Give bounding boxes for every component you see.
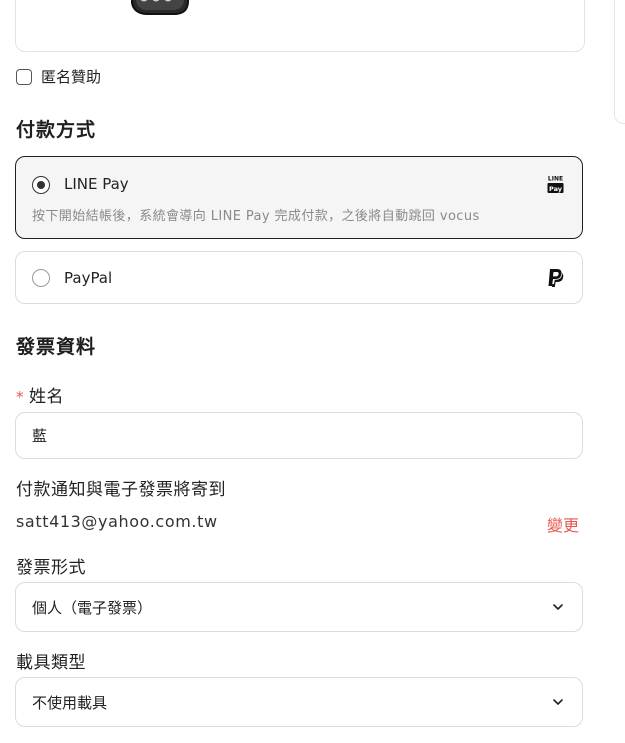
invoice-format-label: 發票形式 <box>16 558 86 578</box>
svg-text:LINE: LINE <box>548 176 563 183</box>
paypal-radio[interactable] <box>32 269 50 287</box>
invoice-section-title: 發票資料 <box>16 336 97 358</box>
anonymous-sponsor-row[interactable]: 匿名贊助 <box>16 66 101 87</box>
line-pay-radio[interactable] <box>32 176 50 194</box>
payment-option-paypal[interactable]: PayPal <box>15 251 583 304</box>
carrier-type-label: 載具類型 <box>16 653 86 673</box>
paypal-logo-icon <box>548 269 564 287</box>
line-pay-logo-icon: LINE Pay <box>547 176 564 193</box>
payment-method-title: 付款方式 <box>16 119 97 141</box>
chevron-down-icon <box>553 604 563 610</box>
notify-email-value: satt413@yahoo.com.tw <box>16 512 218 531</box>
anonymous-checkbox[interactable] <box>16 68 32 85</box>
name-label-text: 姓名 <box>29 387 64 407</box>
sticker-illustration-icon <box>131 0 189 15</box>
name-field-label: * 姓名 <box>16 382 64 407</box>
anonymous-label: 匿名贊助 <box>41 68 102 86</box>
payment-option-line-pay[interactable]: LINE Pay LINE Pay 按下開始結帳後，系統會導向 LINE Pay… <box>15 156 583 239</box>
sponsor-item-card <box>15 0 585 52</box>
line-pay-description: 按下開始結帳後，系統會導向 LINE Pay 完成付款，之後將自動跳回 vocu… <box>32 209 480 224</box>
carrier-type-select[interactable]: 不使用載具 <box>15 677 583 727</box>
notify-email-label: 付款通知與電子發票將寄到 <box>16 480 226 500</box>
checkout-page: 匿名贊助 付款方式 LINE Pay LINE Pay 按下開始結帳後，系統會導… <box>0 0 625 743</box>
invoice-format-value: 個人（電子發票） <box>32 598 153 617</box>
required-mark: * <box>16 388 24 406</box>
line-pay-label: LINE Pay <box>64 175 129 193</box>
chevron-down-icon <box>553 699 563 705</box>
invoice-format-select[interactable]: 個人（電子發票） <box>15 582 583 632</box>
svg-text:Pay: Pay <box>549 185 563 193</box>
paypal-label: PayPal <box>64 269 113 287</box>
carrier-type-value: 不使用載具 <box>32 693 108 712</box>
side-panel-edge <box>614 0 625 124</box>
change-email-link[interactable]: 變更 <box>547 512 579 536</box>
name-input[interactable]: 藍 <box>15 412 583 459</box>
